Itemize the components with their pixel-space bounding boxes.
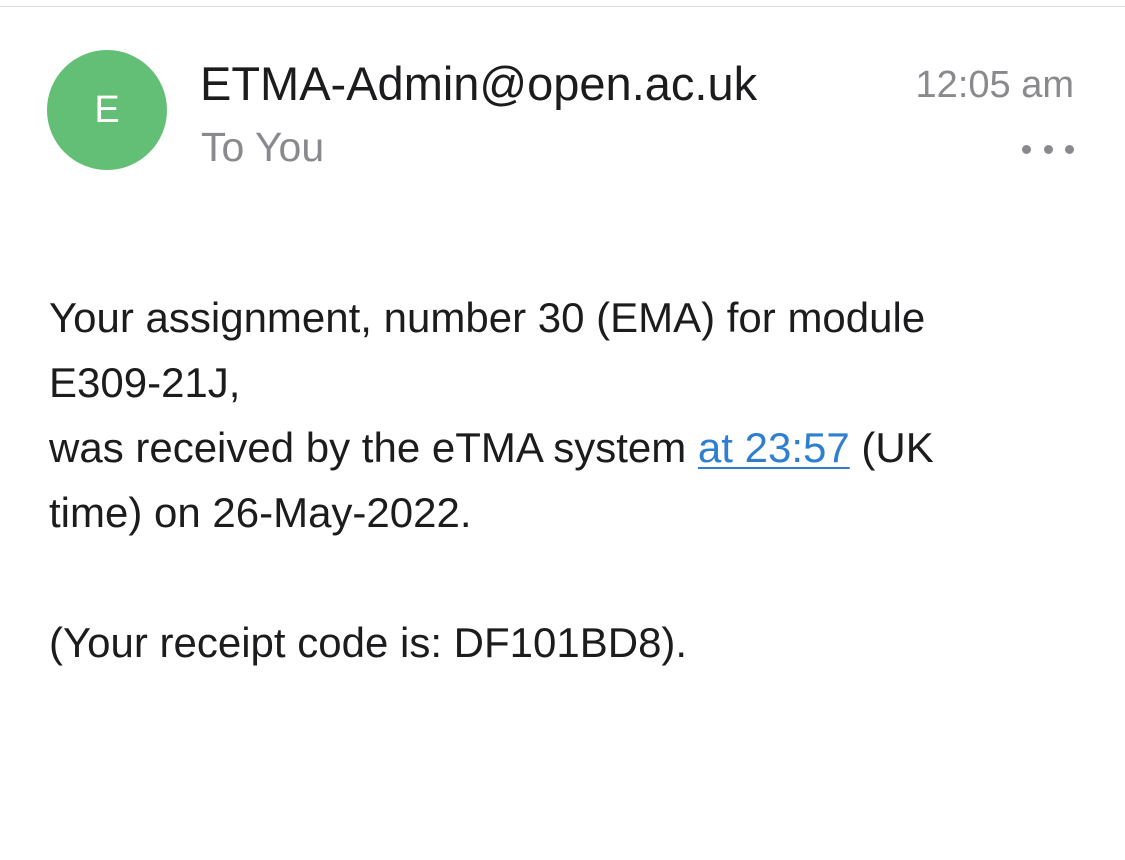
received-time: 12:05 am <box>915 64 1074 106</box>
more-horizontal-icon <box>1065 144 1074 154</box>
body-line: Your assignment, number 30 (EMA) for mod… <box>49 294 926 341</box>
more-options-button[interactable] <box>1022 134 1074 164</box>
sender-address[interactable]: ETMA-Admin@open.ac.uk <box>200 56 757 112</box>
email-body: Your assignment, number 30 (EMA) for mod… <box>49 285 1079 675</box>
body-text: (UK <box>849 424 934 471</box>
body-text: was received by the eTMA system <box>49 424 698 471</box>
recipient-label[interactable]: To You <box>201 122 324 172</box>
body-line: time) on 26-May-2022. <box>49 489 472 536</box>
receipt-line: (Your receipt code is: DF101BD8). <box>49 619 688 666</box>
more-horizontal-icon <box>1022 144 1031 154</box>
body-line: was received by the eTMA system at 23:57… <box>49 415 1079 480</box>
time-link[interactable]: at 23:57 <box>698 424 850 471</box>
email-header: E ETMA-Admin@open.ac.uk To You 12:05 am <box>0 0 1125 200</box>
avatar-initial: E <box>94 88 120 131</box>
sender-avatar[interactable]: E <box>47 50 167 170</box>
body-line: E309-21J, <box>49 359 241 406</box>
more-horizontal-icon <box>1043 144 1053 154</box>
